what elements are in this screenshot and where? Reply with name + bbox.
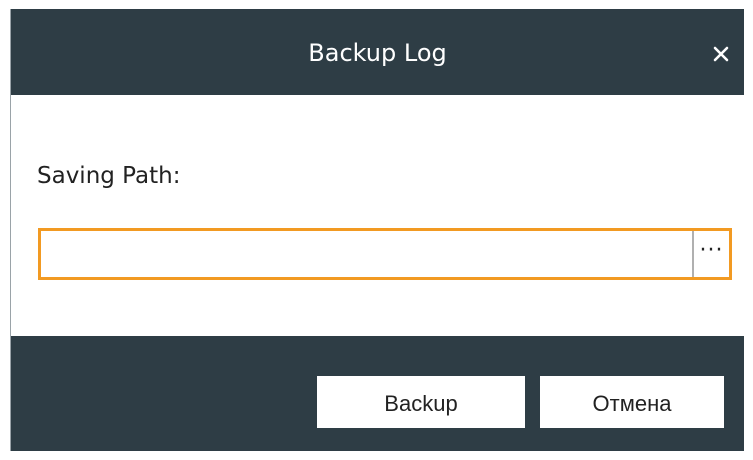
dialog-title: Backup Log — [308, 39, 447, 67]
close-button[interactable] — [704, 36, 738, 70]
backup-button[interactable]: Backup — [317, 376, 525, 428]
saving-path-label: Saving Path: — [37, 163, 181, 189]
close-icon — [713, 46, 729, 61]
saving-path-input[interactable] — [41, 231, 691, 277]
backup-log-dialog: Backup Log Saving Path: ··· Backup Отмен… — [10, 9, 744, 451]
saving-path-field: ··· — [38, 228, 732, 280]
dialog-title-bar: Backup Log — [11, 9, 744, 95]
dialog-footer: Backup Отмена — [11, 336, 744, 451]
dialog-body: Saving Path: ··· — [11, 95, 744, 336]
cancel-button[interactable]: Отмена — [540, 376, 724, 428]
browse-button[interactable]: ··· — [692, 231, 729, 277]
